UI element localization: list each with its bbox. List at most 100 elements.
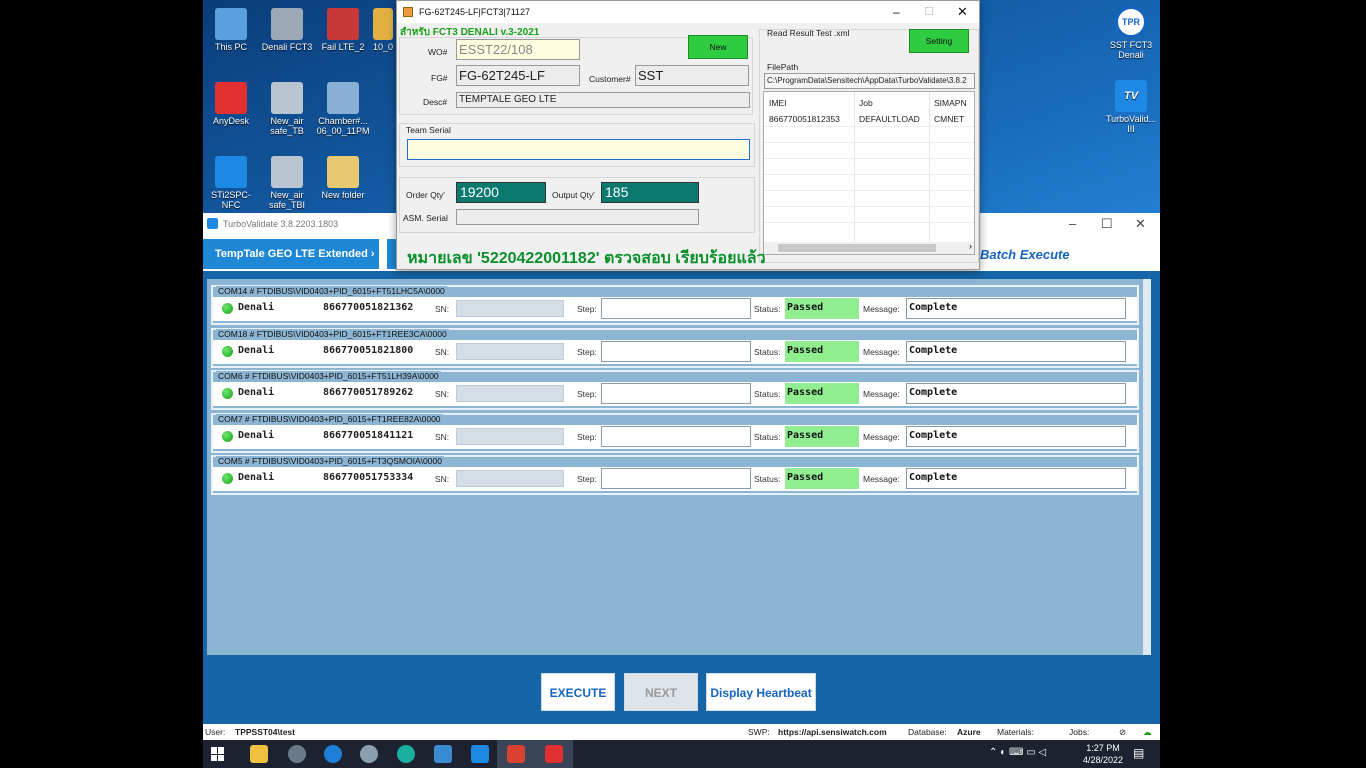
edge-icon[interactable] (397, 745, 415, 763)
maximize-icon[interactable]: ☐ (1101, 213, 1113, 235)
desc-field[interactable]: TEMPTALE GEO LTE (456, 92, 750, 108)
turbovalidate-taskbar-icon[interactable] (471, 745, 489, 763)
grid-line (764, 142, 974, 143)
grid-line (764, 158, 974, 159)
sn-label: SN: (435, 304, 450, 314)
desktop-icon-folder-10[interactable]: 10_0 (371, 8, 395, 52)
step-field[interactable] (601, 383, 751, 404)
minimize-icon[interactable]: – (1069, 213, 1076, 235)
jobs-label: Jobs: (1069, 727, 1090, 737)
close-icon[interactable]: ✕ (1135, 213, 1146, 235)
desktop-icon-fail-lte[interactable]: Fail LTE_2 (315, 8, 371, 52)
notifications-icon[interactable]: ▤ (1133, 747, 1144, 759)
horizontal-scrollbar[interactable]: › (764, 241, 974, 254)
grid-cell-simapn[interactable]: CMNET (934, 114, 964, 124)
step-field[interactable] (601, 340, 751, 362)
sn-field[interactable] (456, 300, 564, 317)
action-bar: EXECUTE NEXT Display Heartbeat (203, 667, 1160, 717)
tab-temptale-geo-lte[interactable]: TempTale GEO LTE Extended › (203, 239, 379, 269)
desktop-icon-new-air-safe-2[interactable]: New_air safe_TBI (259, 156, 315, 210)
team-serial-input[interactable] (407, 139, 750, 160)
com-port-row: Denali 866770051789262 SN: Step: Status:… (213, 382, 1137, 406)
scroll-right-icon[interactable]: › (969, 241, 972, 251)
customer-field[interactable]: SST (635, 65, 749, 86)
sn-field[interactable] (456, 427, 564, 445)
message-field: Complete (906, 425, 1126, 447)
output-qty-field[interactable]: 185 (601, 182, 699, 203)
execute-button[interactable]: EXECUTE (541, 673, 615, 711)
status-field: Passed (785, 425, 859, 447)
desktop-icon-this-pc[interactable]: This PC (203, 8, 259, 52)
windows-start-icon[interactable] (211, 747, 225, 761)
sn-field[interactable] (456, 342, 564, 360)
paint-icon[interactable] (360, 745, 378, 763)
status-led-icon (222, 430, 233, 442)
com-port-row: Denali 866770051821362 SN: Step: Status:… (213, 297, 1137, 321)
device-name: Denali (238, 429, 275, 441)
sn-label: SN: (435, 346, 450, 357)
anydesk-icon (215, 82, 247, 114)
tpr-icon: TPR (1115, 6, 1147, 38)
desktop-icon-chamber[interactable]: Chamber#... 06_00_11PM (315, 82, 371, 136)
desktop-icon-new-folder[interactable]: New folder (315, 156, 371, 200)
calculator-icon[interactable] (434, 745, 452, 763)
com-port-title: COM5 # FTDIBUS\VID0403+PID_6015+FT3QSMOI… (216, 456, 444, 466)
close-icon[interactable]: ✕ (957, 1, 968, 23)
vertical-scrollbar[interactable] (1143, 279, 1151, 655)
desktop-icon-sst-fct3[interactable]: TPR SST FCT3 Denali (1103, 6, 1159, 60)
filepath-field[interactable]: C:\ProgramData\Sensitech\AppData\TurboVa… (764, 73, 975, 89)
step-field[interactable] (601, 298, 751, 319)
file-explorer-icon[interactable] (250, 745, 268, 763)
denali-taskbar-icon[interactable] (507, 745, 525, 763)
status-field: Passed (785, 383, 859, 404)
grid-cell-job[interactable]: DEFAULTLOAD (859, 114, 920, 124)
wo-field[interactable]: ESST22/108 (456, 39, 580, 60)
order-qty-field[interactable]: 19200 (456, 182, 546, 203)
status-label: Status: (754, 431, 781, 442)
grid-header-job: Job (859, 98, 873, 108)
cloud-icon: ☁ (1143, 727, 1152, 737)
device-imei: 866770051753334 (323, 472, 414, 483)
port-list-panel: COM14 # FTDIBUS\VID0403+PID_6015+FT51LHC… (207, 279, 1151, 655)
verification-message: หมายเลข '5220422001182' ตรวจสอบ เรียบร้อ… (407, 250, 766, 267)
sn-field[interactable] (456, 385, 564, 402)
desktop-icon-sti2spc[interactable]: STi2SPC-NFC (203, 156, 259, 210)
scroll-thumb[interactable] (778, 244, 936, 252)
folder-icon (373, 8, 393, 40)
desktop-icon-turbovalidate[interactable]: TV TurboValid... III (1103, 80, 1159, 134)
info-icon: ⊘ (1119, 727, 1127, 737)
com-port-group: COM5 # FTDIBUS\VID0403+PID_6015+FT3QSMOI… (211, 455, 1139, 495)
desktop-icon-anydesk[interactable]: AnyDesk (203, 82, 259, 126)
folder-icon (327, 156, 359, 188)
clock[interactable]: 1:27 PM 4/28/2022 (1073, 742, 1133, 766)
settings-icon[interactable] (288, 745, 306, 763)
step-field[interactable] (601, 468, 751, 489)
next-button[interactable]: NEXT (624, 673, 698, 711)
step-field[interactable] (601, 425, 751, 447)
display-heartbeat-button[interactable]: Display Heartbeat (706, 673, 816, 711)
setting-button[interactable]: Setting (909, 29, 969, 53)
status-label: Status: (754, 304, 781, 314)
grid-header-simapn: SIMAPN (934, 98, 967, 108)
maximize-icon[interactable]: ☐ (924, 1, 934, 23)
status-bar: User: TPPSST04\test SWP: https://api.sen… (203, 724, 1160, 740)
asm-serial-field[interactable] (456, 209, 699, 225)
grid-cell-imei[interactable]: 866770051812353 (769, 114, 840, 124)
new-button[interactable]: New (688, 35, 748, 59)
fg-field[interactable]: FG-62T245-LF (456, 65, 580, 86)
anydesk-taskbar-icon[interactable] (545, 745, 563, 763)
edge-legacy-icon[interactable] (324, 745, 342, 763)
com-port-title: COM18 # FTDIBUS\VID0403+PID_6015+FT1REE3… (216, 328, 449, 339)
status-led-icon (222, 345, 233, 357)
tray-icons[interactable]: ⌃ ◐ ⌨ ▭ ◁ (989, 747, 1046, 759)
sn-field[interactable] (456, 470, 564, 487)
minimize-icon[interactable]: – (893, 1, 900, 23)
desktop-icon-new-air-safe[interactable]: New_air safe_TB (259, 82, 315, 136)
com-port-group: COM6 # FTDIBUS\VID0403+PID_6015+FT51LH39… (211, 370, 1139, 410)
status-led-icon (222, 388, 233, 399)
document-icon (271, 82, 303, 114)
message-field: Complete (906, 298, 1126, 319)
desktop-icon-denali-fct3[interactable]: Denali FCT3 (259, 8, 315, 52)
app-icon (327, 8, 359, 40)
status-label: Status: (754, 474, 781, 484)
